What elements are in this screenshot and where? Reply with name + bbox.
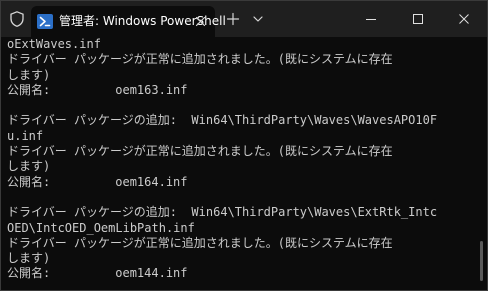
console-line: 公開名: oem163.inf — [7, 82, 188, 97]
console-line: ドライバー パッケージの追加: Win64\ThirdParty\Waves\E… — [7, 205, 438, 220]
powershell-window: 管理者: Windows PowerShell oExtWaves.inf ドラ… — [0, 0, 488, 291]
chevron-down-icon[interactable] — [250, 11, 266, 27]
minimize-icon — [366, 19, 376, 20]
console-line: u.inf — [7, 128, 44, 143]
console-line: ドライバー パッケージの追加: Win64\ThirdParty\Waves\W… — [7, 113, 438, 128]
close-icon[interactable] — [192, 13, 209, 30]
close-window-button[interactable] — [441, 1, 487, 37]
console-line: します) — [7, 67, 51, 82]
console-line: します) — [7, 159, 51, 174]
console-output[interactable]: oExtWaves.inf ドライバー パッケージが正常に追加されました。(既に… — [7, 37, 477, 290]
tab-powershell[interactable]: 管理者: Windows PowerShell — [31, 6, 226, 37]
title-bar[interactable]: 管理者: Windows PowerShell — [1, 1, 487, 37]
console-line: 公開名: oem164.inf — [7, 174, 188, 189]
maximize-button[interactable] — [395, 1, 441, 37]
console-line: OED\IntcOED_OemLibPath.inf — [7, 220, 195, 235]
close-icon — [459, 14, 469, 24]
shield-icon — [8, 10, 26, 28]
maximize-icon — [413, 14, 423, 24]
console-line: ドライバー パッケージが正常に追加されました。(既にシステムに存在 — [7, 144, 393, 159]
console-line: oExtWaves.inf — [7, 37, 101, 51]
minimize-button[interactable] — [348, 1, 394, 37]
plus-icon[interactable] — [224, 10, 242, 28]
console-line: ドライバー パッケージが正常に追加されました。(既にシステムに存在 — [7, 52, 393, 67]
powershell-icon — [37, 14, 53, 29]
console-line: します) — [7, 251, 51, 266]
scrollbar[interactable] — [479, 41, 485, 287]
console-line: ドライバー パッケージが正常に追加されました。(既にシステムに存在 — [7, 235, 393, 250]
scrollbar-thumb[interactable] — [480, 241, 483, 281]
console-line: 公開名: oem144.inf — [7, 266, 188, 281]
